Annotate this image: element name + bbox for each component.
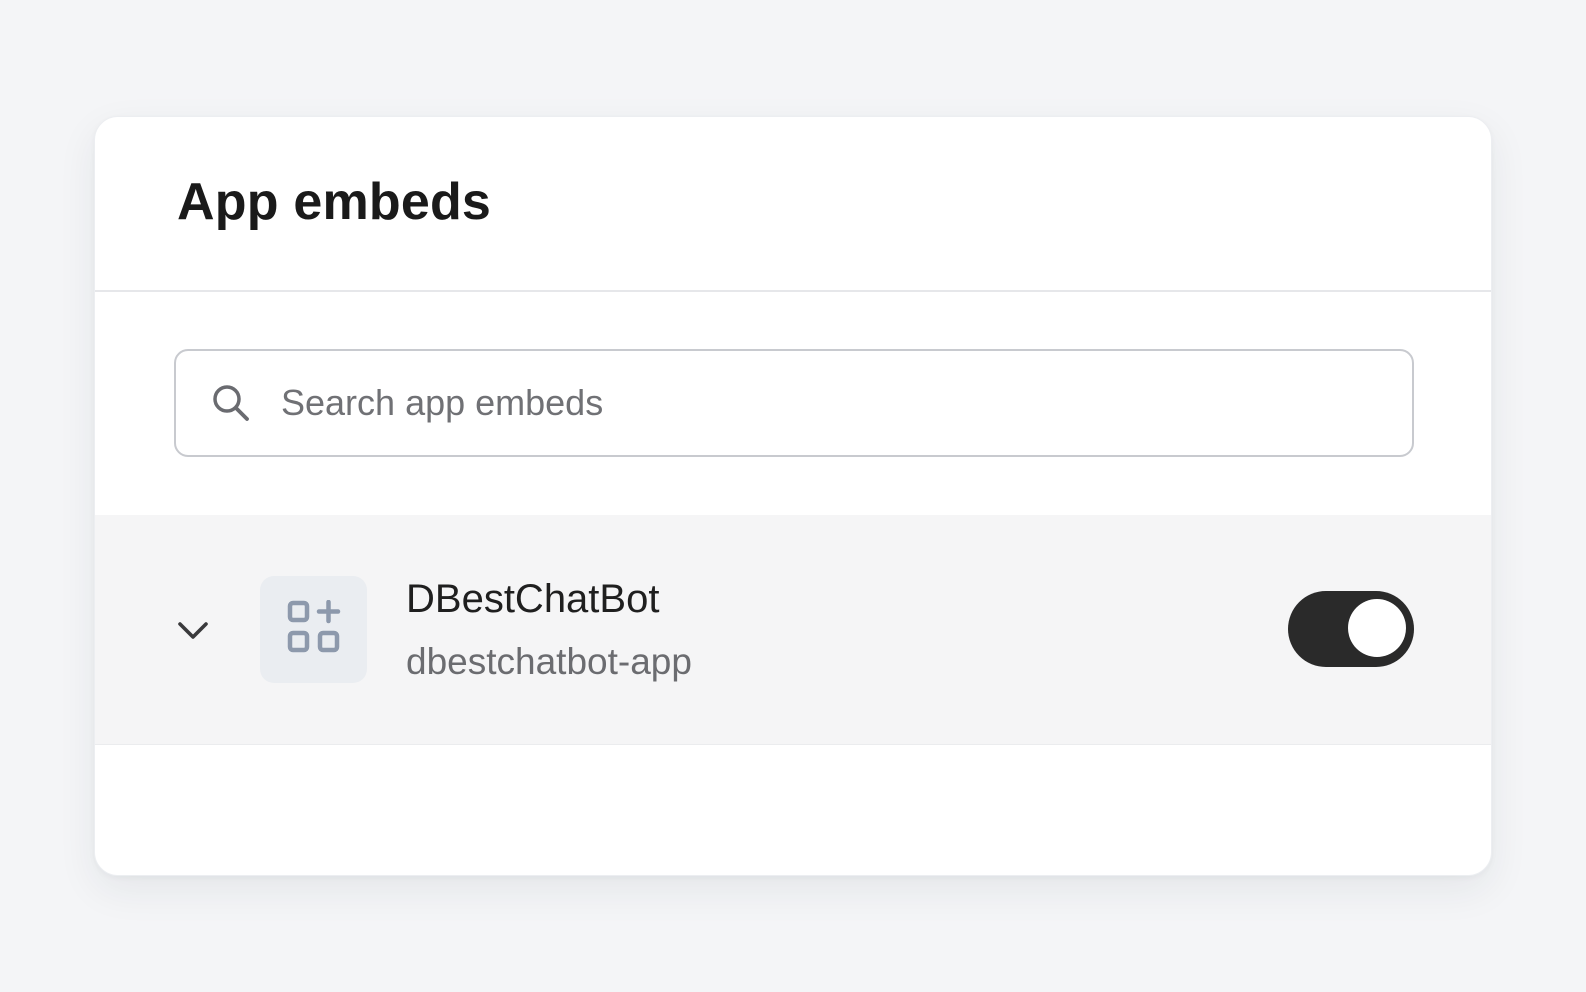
app-icon-tile — [260, 576, 367, 683]
search-input[interactable] — [281, 382, 1361, 424]
chevron-down-icon[interactable] — [175, 612, 211, 648]
search-field[interactable] — [174, 349, 1414, 457]
search-section — [95, 292, 1491, 515]
app-embeds-panel: App embeds Search app embeds DBestChatBo… — [94, 116, 1492, 876]
app-handle: dbestchatbot-app — [406, 641, 692, 682]
apps-add-icon — [287, 599, 341, 659]
app-name: DBestChatBot — [406, 577, 660, 621]
app-info: DBestChatBot dbestchatbot-app — [406, 575, 692, 685]
embed-enabled-toggle[interactable] — [1288, 591, 1414, 667]
page-title: App embeds — [177, 172, 492, 231]
embed-row[interactable]: DBestChatBot dbestchatbot-app — [95, 515, 1491, 745]
search-icon — [209, 381, 253, 425]
panel-header: App embeds — [95, 117, 1491, 292]
toggle-knob — [1348, 599, 1406, 657]
